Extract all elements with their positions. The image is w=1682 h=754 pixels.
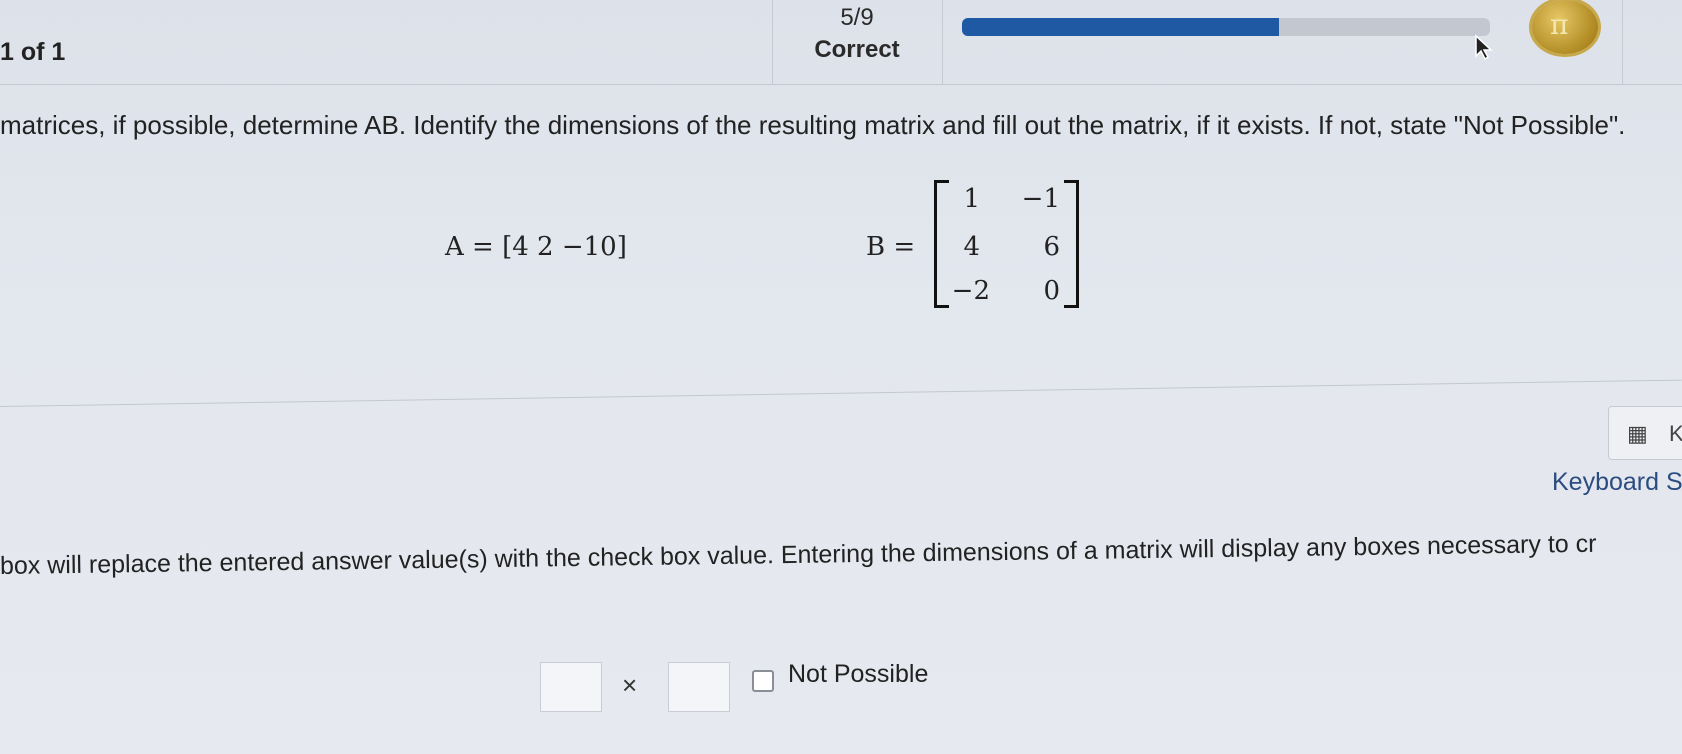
matrix-b-label: B = <box>866 232 916 262</box>
cols-dimension-input[interactable] <box>668 662 730 712</box>
header-divider <box>772 0 773 84</box>
score-display: 5/9 Correct <box>812 0 902 64</box>
section-divider <box>0 379 1682 407</box>
keyboard-shortcuts-button[interactable]: ▦ K <box>1608 406 1682 460</box>
pi-coin-icon[interactable]: π <box>1532 0 1598 54</box>
rows-dimension-input[interactable] <box>540 662 602 712</box>
keyboard-button-letter: K <box>1669 421 1682 446</box>
header-divider <box>942 0 943 84</box>
matrix-a-label: A = <box>445 232 494 262</box>
header-divider <box>1622 0 1623 84</box>
matrix-a: A = [4 2 −10] <box>445 232 627 262</box>
answer-instructions: box will replace the entered answer valu… <box>0 529 1597 580</box>
question-counter: 1 of 1 <box>0 38 66 66</box>
calculator-icon: ▦ <box>1627 421 1648 446</box>
top-bar: 1 of 1 5/9 Correct π <box>0 0 1682 85</box>
matrix-b-cell: 1 <box>963 184 980 214</box>
matrix-b-cell: −2 <box>951 276 990 306</box>
matrix-b-cell: 0 <box>1043 276 1060 306</box>
matrix-b-cell: 6 <box>1043 232 1060 262</box>
score-label: Correct <box>814 36 900 63</box>
question-prompt: matrices, if possible, determine AB. Ide… <box>0 110 1626 140</box>
matrix-b-cell: 4 <box>963 232 980 262</box>
times-symbol: × <box>622 670 638 700</box>
matrix-a-entries: [4 2 −10] <box>502 232 627 262</box>
progress-bar-fill <box>962 18 1279 36</box>
mouse-cursor-icon <box>1475 34 1493 60</box>
score-fraction: 5/9 <box>840 4 874 31</box>
not-possible-checkbox[interactable] <box>752 670 774 692</box>
not-possible-label[interactable]: Not Possible <box>788 660 928 689</box>
matrix-b-cell: −1 <box>1021 184 1060 214</box>
keyboard-shortcuts-link[interactable]: Keyboard S <box>1552 468 1682 497</box>
matrix-b-right-bracket <box>1064 180 1079 308</box>
progress-bar <box>962 18 1490 36</box>
